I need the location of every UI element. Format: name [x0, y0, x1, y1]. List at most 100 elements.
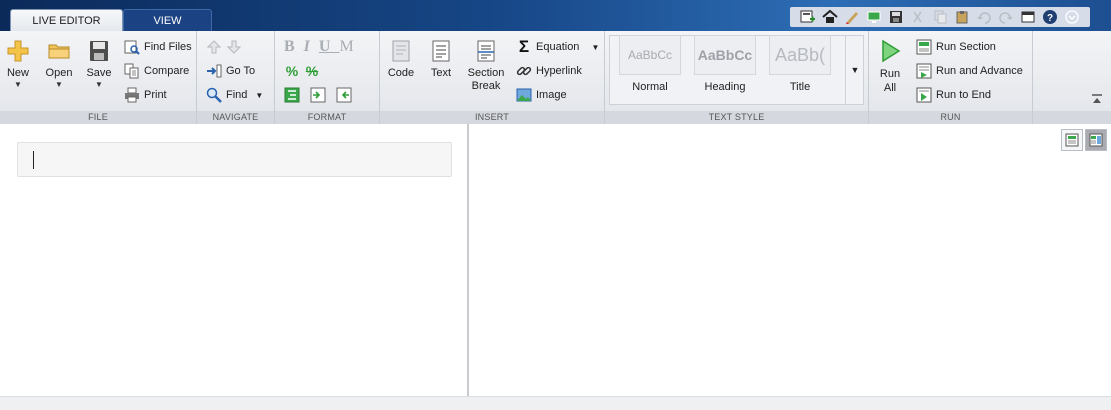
style-title-label: Title — [789, 81, 811, 93]
compare-label: Compare — [144, 65, 190, 77]
open-button[interactable]: Open ▼ — [42, 39, 76, 89]
equation-label: Equation — [536, 41, 580, 53]
image-label: Image — [536, 89, 567, 101]
go-to-icon — [206, 63, 222, 79]
monospace-button[interactable]: M — [339, 38, 362, 56]
output-on-right-icon[interactable] — [1061, 129, 1083, 151]
run-and-advance-button[interactable]: Run and Advance — [916, 61, 1023, 81]
open-dropdown-icon[interactable]: ▼ — [42, 80, 76, 89]
italic-button[interactable]: I — [304, 38, 319, 56]
help-icon[interactable]: ? — [1039, 7, 1061, 27]
section-down-icon[interactable] — [226, 39, 242, 55]
pane-splitter[interactable] — [467, 124, 469, 396]
expand-menu-icon[interactable] — [1061, 7, 1083, 27]
style-normal[interactable]: AaBbCc Normal — [619, 35, 681, 93]
save-dropdown-icon[interactable]: ▼ — [84, 80, 114, 89]
file-group-label: FILE — [0, 111, 196, 124]
new-dropdown-icon[interactable]: ▼ — [3, 80, 33, 89]
style-normal-preview: AaBbCc — [619, 35, 681, 75]
uncomment-icon[interactable]: % — [304, 63, 320, 79]
home-icon[interactable] — [819, 7, 841, 27]
find-magnifier-icon — [206, 87, 222, 103]
save-disk-icon[interactable] — [885, 7, 907, 27]
tab-live-editor[interactable]: LIVE EDITOR — [10, 9, 123, 31]
compare-icon — [124, 63, 140, 79]
find-dropdown-icon[interactable]: ▼ — [255, 91, 263, 100]
find-files-icon — [124, 39, 140, 55]
style-title-preview: AaBb( — [769, 35, 831, 75]
open-folder-icon — [47, 39, 71, 63]
new-button[interactable]: New ▼ — [3, 39, 33, 89]
find-files-button[interactable]: Find Files — [124, 37, 192, 57]
find-button[interactable]: Find ▼ — [206, 85, 263, 105]
output-inline-icon[interactable] — [1085, 129, 1107, 151]
code-input-block[interactable] — [17, 142, 452, 177]
new-plus-icon — [6, 39, 30, 63]
insert-text-button[interactable]: Text — [426, 39, 456, 79]
equation-button[interactable]: Σ Equation ▼ — [516, 37, 599, 57]
save-button[interactable]: Save ▼ — [84, 39, 114, 89]
section-break-icon — [474, 39, 498, 63]
collapse-ribbon-icon[interactable] — [1091, 94, 1103, 107]
toolstrip-tab-bar: LIVE EDITOR VIEW ? — [0, 0, 1111, 31]
style-heading[interactable]: AaBbCc Heading — [694, 35, 756, 93]
style-normal-label: Normal — [632, 81, 668, 93]
undo-icon[interactable] — [973, 7, 995, 27]
go-to-label: Go To — [226, 65, 256, 77]
text-cursor — [33, 151, 34, 169]
go-to-button[interactable]: Go To — [206, 61, 255, 81]
decrease-indent-icon[interactable] — [336, 87, 352, 103]
increase-indent-icon[interactable] — [310, 87, 326, 103]
print-label: Print — [144, 89, 167, 101]
paste-icon[interactable] — [951, 7, 973, 27]
new-label: New — [6, 67, 29, 79]
monitor-icon[interactable] — [863, 7, 885, 27]
hyperlink-button[interactable]: Hyperlink — [516, 61, 582, 81]
run-section-label: Run Section — [936, 41, 996, 53]
style-heading-label: Heading — [704, 81, 746, 93]
print-button[interactable]: Print — [124, 85, 167, 105]
section-up-icon[interactable] — [206, 39, 222, 55]
text-block-icon — [429, 39, 453, 63]
run-to-end-button[interactable]: Run to End — [916, 85, 991, 105]
run-all-button[interactable]: Run All — [877, 39, 903, 95]
go-up-down-buttons — [206, 37, 246, 57]
hyperlink-label: Hyperlink — [536, 65, 582, 77]
code-pane[interactable] — [0, 124, 468, 396]
redo-icon[interactable] — [995, 7, 1017, 27]
run-section-icon — [916, 39, 932, 55]
underline-button[interactable]: U — [319, 38, 340, 56]
navigate-group-label: NAVIGATE — [197, 111, 274, 124]
insert-code-button[interactable]: Code — [386, 39, 416, 79]
run-all-label-1: Run — [879, 68, 901, 80]
tab-view[interactable]: VIEW — [123, 9, 212, 31]
image-button[interactable]: Image — [516, 85, 567, 105]
style-title[interactable]: AaBb( Title — [769, 35, 831, 93]
comment-buttons: % % — [284, 61, 324, 81]
equation-dropdown-icon[interactable]: ▼ — [591, 43, 599, 52]
insert-group: Code Text Section Break Σ Equation ▼ Hyp… — [380, 31, 605, 124]
style-heading-preview: AaBbCc — [694, 35, 756, 75]
copy-icon[interactable] — [929, 7, 951, 27]
run-and-advance-label: Run and Advance — [936, 65, 1023, 77]
indent-buttons — [284, 85, 356, 105]
layout-icon[interactable] — [797, 7, 819, 27]
pen-icon[interactable] — [841, 7, 863, 27]
compare-button[interactable]: Compare — [124, 61, 189, 81]
cut-icon[interactable] — [907, 7, 929, 27]
run-section-button[interactable]: Run Section — [916, 37, 996, 57]
section-break-button[interactable]: Section Break — [464, 39, 508, 93]
run-to-end-icon — [916, 87, 932, 103]
find-files-label: Find Files — [144, 41, 192, 53]
live-editor-area — [0, 124, 1111, 396]
smart-indent-icon[interactable] — [284, 87, 300, 103]
toolstrip-ribbon: New ▼ Open ▼ Save ▼ Find Files Compare P… — [0, 31, 1111, 124]
code-block-icon — [389, 39, 413, 63]
comment-icon[interactable]: % — [284, 63, 300, 79]
switch-windows-icon[interactable] — [1017, 7, 1039, 27]
bold-button[interactable]: B — [284, 38, 304, 56]
run-and-advance-icon — [916, 63, 932, 79]
text-style-group-label: TEXT STYLE — [605, 111, 868, 124]
gallery-more-icon[interactable]: ▼ — [845, 35, 864, 105]
format-group: B I U M % % FORMAT — [275, 31, 380, 124]
